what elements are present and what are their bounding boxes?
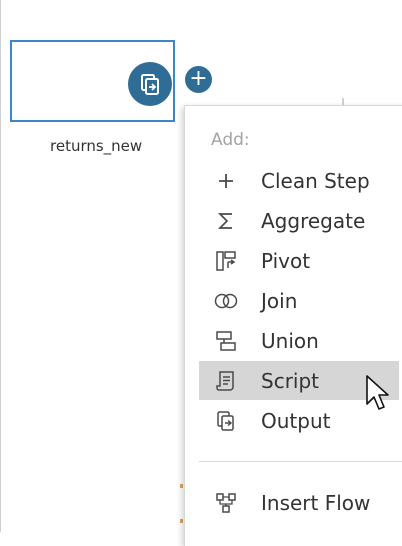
menu-item-clean-step[interactable]: Clean Step: [199, 161, 399, 200]
mouse-pointer-icon: [365, 374, 391, 412]
menu-divider: [199, 461, 402, 462]
output-icon: [213, 409, 239, 433]
plus-icon: +: [189, 65, 208, 91]
union-icon: [213, 329, 239, 353]
pivot-icon: [213, 249, 239, 273]
menu-item-aggregate[interactable]: Aggregate: [199, 201, 399, 240]
menu-item-insert-flow[interactable]: Insert Flow: [199, 483, 399, 522]
menu-header: Add:: [211, 130, 250, 150]
script-icon: [213, 369, 239, 393]
menu-item-join[interactable]: Join: [199, 281, 399, 320]
plus-icon: [213, 169, 239, 193]
add-step-button[interactable]: +: [185, 66, 212, 93]
menu-item-label: Output: [261, 408, 331, 433]
add-step-menu: Add: Clean Step Aggregate Pivot Join Uni…: [184, 105, 402, 546]
menu-item-label: Script: [261, 368, 320, 393]
input-node-card[interactable]: [10, 40, 175, 122]
menu-item-label: Aggregate: [261, 208, 366, 233]
node-label: returns_new: [50, 137, 143, 155]
menu-item-pivot[interactable]: Pivot: [199, 241, 399, 280]
insert-flow-icon: [213, 491, 239, 515]
canvas-border: [0, 0, 1, 532]
menu-item-label: Pivot: [261, 248, 311, 273]
menu-item-label: Union: [261, 328, 319, 353]
sigma-icon: [213, 209, 239, 233]
menu-item-label: Insert Flow: [261, 490, 371, 515]
input-data-icon[interactable]: [128, 62, 172, 106]
join-icon: [213, 289, 239, 313]
menu-item-label: Join: [261, 288, 298, 313]
canvas-artifact: [180, 484, 183, 488]
flow-connector-stub: [342, 98, 344, 105]
menu-item-label: Clean Step: [261, 168, 370, 193]
canvas-artifact: [180, 519, 183, 523]
menu-item-union[interactable]: Union: [199, 321, 399, 360]
